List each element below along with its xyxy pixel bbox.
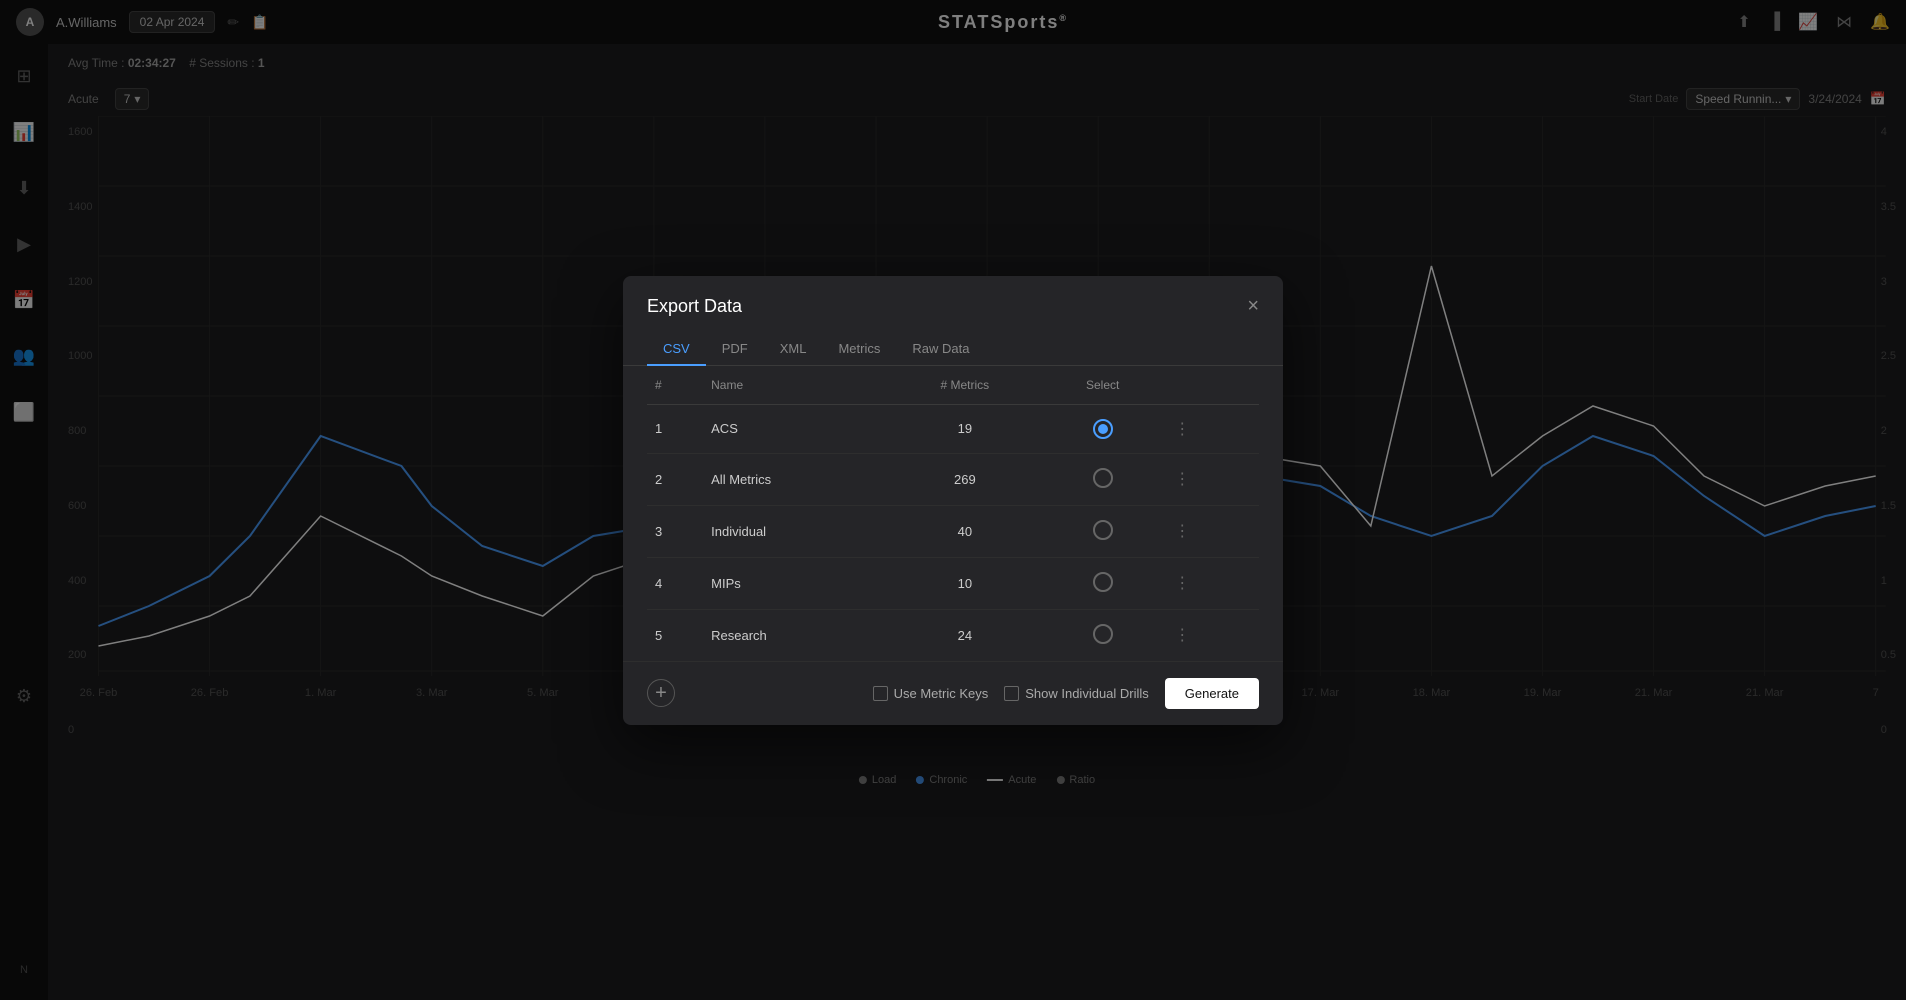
- row-2-more[interactable]: ⋮: [1162, 453, 1259, 505]
- row-4-select[interactable]: [1043, 557, 1162, 609]
- more-icon-2[interactable]: ⋮: [1170, 467, 1194, 492]
- row-3-name: Individual: [703, 505, 887, 557]
- row-2-num: 2: [647, 453, 703, 505]
- use-metric-keys-checkbox[interactable]: Use Metric Keys: [873, 686, 989, 701]
- row-5-select[interactable]: [1043, 609, 1162, 661]
- radio-1[interactable]: [1093, 419, 1113, 439]
- modal-footer: + Use Metric Keys Show Individual Drills…: [623, 661, 1283, 725]
- tab-pdf[interactable]: PDF: [706, 333, 764, 366]
- radio-2[interactable]: [1093, 468, 1113, 488]
- table-row: 4 MIPs 10 ⋮: [647, 557, 1259, 609]
- table-row: 5 Research 24 ⋮: [647, 609, 1259, 661]
- row-3-select[interactable]: [1043, 505, 1162, 557]
- row-1-select[interactable]: [1043, 404, 1162, 453]
- row-3-metrics: 40: [887, 505, 1043, 557]
- row-1-num: 1: [647, 404, 703, 453]
- table-row: 2 All Metrics 269 ⋮: [647, 453, 1259, 505]
- individual-drills-label: Show Individual Drills: [1025, 686, 1149, 701]
- col-header-actions: [1162, 366, 1259, 405]
- row-5-num: 5: [647, 609, 703, 661]
- modal-title: Export Data: [647, 296, 742, 317]
- tab-xml[interactable]: XML: [764, 333, 823, 366]
- row-4-metrics: 10: [887, 557, 1043, 609]
- more-icon-4[interactable]: ⋮: [1170, 571, 1194, 596]
- row-2-select[interactable]: [1043, 453, 1162, 505]
- col-header-num: #: [647, 366, 703, 405]
- row-1-name: ACS: [703, 404, 887, 453]
- row-5-more[interactable]: ⋮: [1162, 609, 1259, 661]
- row-2-name: All Metrics: [703, 453, 887, 505]
- row-4-name: MIPs: [703, 557, 887, 609]
- row-4-more[interactable]: ⋮: [1162, 557, 1259, 609]
- tab-metrics[interactable]: Metrics: [822, 333, 896, 366]
- individual-drills-checkbox-input[interactable]: [1004, 686, 1019, 701]
- modal-table: # Name # Metrics Select 1 ACS 19: [647, 366, 1259, 661]
- row-5-name: Research: [703, 609, 887, 661]
- radio-3[interactable]: [1093, 520, 1113, 540]
- table-row: 3 Individual 40 ⋮: [647, 505, 1259, 557]
- row-2-metrics: 269: [887, 453, 1043, 505]
- tab-csv[interactable]: CSV: [647, 333, 706, 366]
- modal-header: Export Data ×: [623, 276, 1283, 317]
- export-modal: Export Data × CSV PDF XML Metrics Raw Da…: [623, 276, 1283, 725]
- modal-tabs: CSV PDF XML Metrics Raw Data: [623, 333, 1283, 366]
- generate-button[interactable]: Generate: [1165, 678, 1259, 709]
- modal-close-button[interactable]: ×: [1247, 296, 1259, 316]
- radio-4[interactable]: [1093, 572, 1113, 592]
- row-3-more[interactable]: ⋮: [1162, 505, 1259, 557]
- col-header-metrics: # Metrics: [887, 366, 1043, 405]
- metric-keys-checkbox-input[interactable]: [873, 686, 888, 701]
- add-button[interactable]: +: [647, 679, 675, 707]
- row-1-metrics: 19: [887, 404, 1043, 453]
- more-icon-3[interactable]: ⋮: [1170, 519, 1194, 544]
- modal-overlay[interactable]: Export Data × CSV PDF XML Metrics Raw Da…: [0, 0, 1906, 1000]
- more-icon-1[interactable]: ⋮: [1170, 417, 1194, 442]
- row-5-metrics: 24: [887, 609, 1043, 661]
- radio-5[interactable]: [1093, 624, 1113, 644]
- row-1-more[interactable]: ⋮: [1162, 404, 1259, 453]
- modal-table-container: # Name # Metrics Select 1 ACS 19: [623, 366, 1283, 661]
- show-individual-drills-checkbox[interactable]: Show Individual Drills: [1004, 686, 1149, 701]
- tab-raw-data[interactable]: Raw Data: [896, 333, 985, 366]
- table-row: 1 ACS 19 ⋮: [647, 404, 1259, 453]
- col-header-name: Name: [703, 366, 887, 405]
- row-3-num: 3: [647, 505, 703, 557]
- metric-keys-label: Use Metric Keys: [894, 686, 989, 701]
- col-header-select: Select: [1043, 366, 1162, 405]
- row-4-num: 4: [647, 557, 703, 609]
- more-icon-5[interactable]: ⋮: [1170, 623, 1194, 648]
